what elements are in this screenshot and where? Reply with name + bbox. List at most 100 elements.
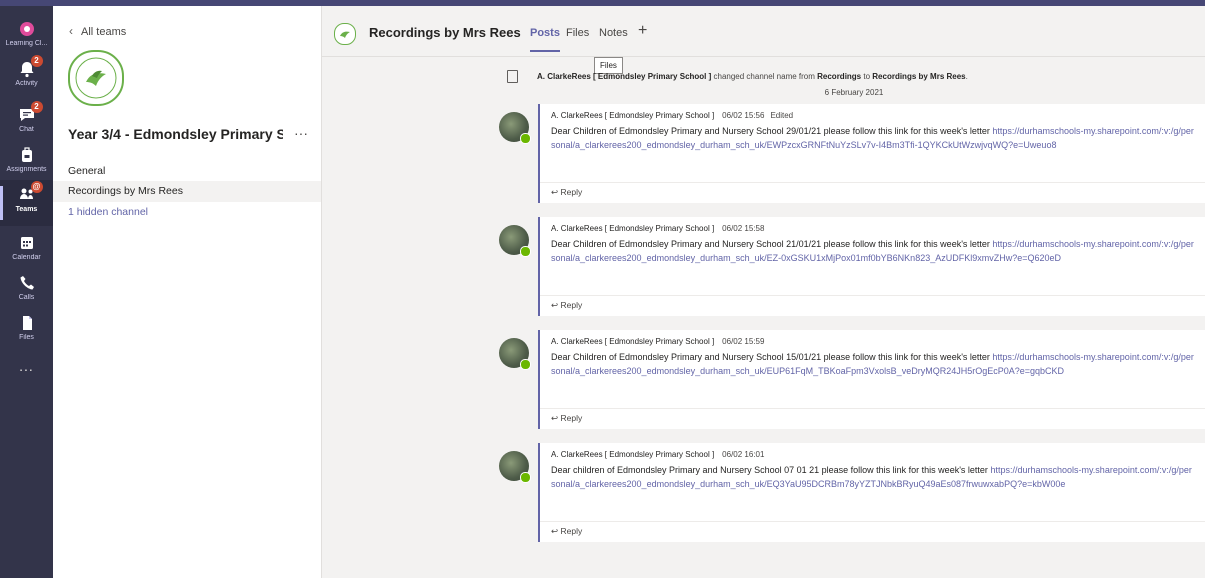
team-more-options-button[interactable]: ··· <box>294 125 308 141</box>
post-4: A. ClarkeRees [ Edmondsley Primary Schoo… <box>538 443 1205 542</box>
team-logo <box>68 50 124 106</box>
reply-button[interactable]: ↩ Reply <box>551 187 582 198</box>
post-text: Dear children of Edmondsley Primary and … <box>551 465 991 475</box>
reply-bar: ↩ Reply <box>540 408 1205 429</box>
hidden-channels-link[interactable]: 1 hidden channel <box>53 202 321 223</box>
system-action: changed channel name from <box>711 72 818 81</box>
rail-label-teams: Teams <box>15 206 38 213</box>
rail-item-teams[interactable]: @ Teams <box>0 180 53 226</box>
add-tab-button[interactable]: + <box>638 22 647 40</box>
channel-title: Recordings by Mrs Rees <box>369 25 521 40</box>
file-icon <box>18 314 36 332</box>
tab-posts[interactable]: Posts <box>530 27 560 52</box>
teams-icon: @ <box>18 181 43 204</box>
teams-mention-badge: @ <box>30 181 43 193</box>
author-avatar[interactable] <box>499 225 531 257</box>
reply-label: Reply <box>560 413 583 423</box>
post-body: Dear children of Edmondsley Primary and … <box>551 463 1196 491</box>
post-time: 06/02 15:56 <box>722 111 765 120</box>
reply-arrow-icon: ↩ <box>551 187 559 197</box>
post-author[interactable]: A. ClarkeRees [ Edmondsley Primary Schoo… <box>551 224 714 233</box>
system-end: . <box>965 72 968 81</box>
post-text: Dear Children of Edmondsley Primary and … <box>551 239 993 249</box>
post-author[interactable]: A. ClarkeRees [ Edmondsley Primary Schoo… <box>551 337 714 346</box>
system-message-text: A. ClarkeRees [ Edmondsley Primary Schoo… <box>537 72 968 81</box>
post-author[interactable]: A. ClarkeRees [ Edmondsley Primary Schoo… <box>551 450 714 459</box>
bell-icon: 2 <box>18 55 43 78</box>
post-3: A. ClarkeRees [ Edmondsley Primary Schoo… <box>538 330 1205 429</box>
post-time: 06/02 16:01 <box>722 450 765 459</box>
rail-item-files[interactable]: Files <box>0 308 53 354</box>
channel-general[interactable]: General <box>53 161 321 182</box>
channel-logo <box>334 23 356 45</box>
post-1: A. ClarkeRees [ Edmondsley Primary Schoo… <box>538 104 1205 203</box>
app-rail: Learning Cl... 2 Activity 2 Chat Assignm… <box>0 6 53 578</box>
author-avatar[interactable] <box>499 451 531 483</box>
team-panel: ‹ All teams Year 3/4 - Edmondsley Primary… <box>53 6 322 578</box>
post-2: A. ClarkeRees [ Edmondsley Primary Schoo… <box>538 217 1205 316</box>
online-status-icon <box>520 472 531 483</box>
reply-label: Reply <box>560 187 583 197</box>
all-teams-link[interactable]: ‹ All teams <box>69 24 126 38</box>
post-time: 06/02 15:59 <box>722 337 765 346</box>
chat-icon: 2 <box>18 101 43 124</box>
reply-bar: ↩ Reply <box>540 521 1205 542</box>
channel-main: Recordings by Mrs Rees Posts Files Notes… <box>322 6 1205 578</box>
system-to: Recordings by Mrs Rees <box>872 72 966 81</box>
author-avatar[interactable] <box>499 112 531 144</box>
phone-icon <box>18 274 36 292</box>
rail-label-learning: Learning Cl... <box>5 40 48 47</box>
tab-notes[interactable]: Notes <box>599 27 628 39</box>
activity-badge: 2 <box>30 55 43 67</box>
system-from: Recordings <box>817 72 862 81</box>
channel-recordings[interactable]: Recordings by Mrs Rees <box>53 181 321 202</box>
backpack-icon <box>18 146 36 164</box>
post-meta: A. ClarkeRees [ Edmondsley Primary Schoo… <box>551 111 793 120</box>
reply-button[interactable]: ↩ Reply <box>551 300 582 311</box>
chat-badge: 2 <box>30 101 43 113</box>
post-meta: A. ClarkeRees [ Edmondsley Primary Schoo… <box>551 450 770 459</box>
post-edited: Edited <box>770 111 794 120</box>
post-meta: A. ClarkeRees [ Edmondsley Primary Schoo… <box>551 337 770 346</box>
rail-label-assignments: Assignments <box>6 166 47 173</box>
post-body: Dear Children of Edmondsley Primary and … <box>551 237 1196 265</box>
tab-files[interactable]: Files <box>566 27 589 39</box>
reply-button[interactable]: ↩ Reply <box>551 413 582 424</box>
post-author[interactable]: A. ClarkeRees [ Edmondsley Primary Schoo… <box>551 111 714 120</box>
rail-label-activity: Activity <box>15 80 38 87</box>
rail-label-chat: Chat <box>19 126 34 133</box>
post-text: Dear Children of Edmondsley Primary and … <box>551 126 993 136</box>
chevron-left-icon: ‹ <box>69 24 73 38</box>
post-body: Dear Children of Edmondsley Primary and … <box>551 124 1196 152</box>
rail-label-calendar: Calendar <box>12 254 41 261</box>
team-name: Year 3/4 - Edmondsley Primary S... <box>68 126 283 142</box>
online-status-icon <box>520 246 531 257</box>
rail-item-activity[interactable]: 2 Activity <box>0 54 53 100</box>
reply-label: Reply <box>560 300 583 310</box>
online-status-icon <box>520 133 531 144</box>
post-meta: A. ClarkeRees [ Edmondsley Primary Schoo… <box>551 224 770 233</box>
post-text: Dear Children of Edmondsley Primary and … <box>551 352 993 362</box>
channel-header: Recordings by Mrs Rees Posts Files Notes… <box>322 6 1205 57</box>
online-status-icon <box>520 359 531 370</box>
date-divider: 6 February 2021 <box>824 88 884 97</box>
author-avatar[interactable] <box>499 338 531 370</box>
reply-arrow-icon: ↩ <box>551 526 559 536</box>
rail-label-files: Files <box>19 334 34 341</box>
rail-label-calls: Calls <box>18 294 35 301</box>
learning-icon <box>18 20 36 38</box>
reply-button[interactable]: ↩ Reply <box>551 526 582 537</box>
more-apps-button[interactable]: ... <box>0 358 53 374</box>
calendar-icon <box>18 234 36 252</box>
post-time: 06/02 15:58 <box>722 224 765 233</box>
rename-icon <box>507 70 518 83</box>
reply-arrow-icon: ↩ <box>551 413 559 423</box>
reply-label: Reply <box>560 526 583 536</box>
reply-arrow-icon: ↩ <box>551 300 559 310</box>
system-to-word: to <box>861 72 873 81</box>
all-teams-label: All teams <box>81 26 127 38</box>
reply-bar: ↩ Reply <box>540 295 1205 316</box>
reply-bar: ↩ Reply <box>540 182 1205 203</box>
post-body: Dear Children of Edmondsley Primary and … <box>551 350 1196 378</box>
system-actor: A. ClarkeRees [ Edmondsley Primary Schoo… <box>537 72 712 81</box>
